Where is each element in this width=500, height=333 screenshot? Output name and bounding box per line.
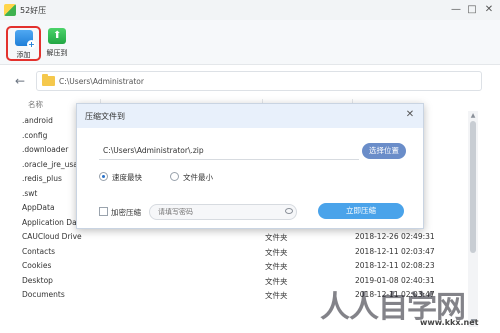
dialog-title: 压缩文件到 <box>85 112 125 121</box>
add-badge-icon: + <box>27 40 36 49</box>
extract-button-label: 解压到 <box>46 49 68 57</box>
app-title: 52好压 <box>20 6 47 15</box>
add-button-label: 添加 <box>16 51 31 59</box>
file-date-cell: 2018-12-11 02:03:47 <box>355 246 435 256</box>
up-arrow-icon: ⬆ <box>53 30 62 41</box>
extract-icon: ⬆ <box>48 28 66 44</box>
eye-icon[interactable] <box>285 208 293 214</box>
password-input[interactable] <box>149 204 297 220</box>
toolbar: + 添加 ⬆ 解压到 <box>0 20 500 65</box>
table-row[interactable]: Contacts 文件夹 2018-12-11 02:03:47 <box>12 245 472 260</box>
encrypt-checkbox[interactable] <box>99 207 108 216</box>
file-name-cell: AppData <box>22 203 55 212</box>
file-type-cell: 文件夹 <box>265 247 288 257</box>
option-smallest-label: 文件最小 <box>183 173 213 182</box>
encrypt-label: 加密压缩 <box>111 208 141 217</box>
file-name-cell: .oracle_jre_usa <box>22 159 78 169</box>
path-field[interactable]: C:\Users\Administrator <box>36 71 482 91</box>
app-logo-icon <box>4 4 16 16</box>
watermark-url: www.kkx.net <box>420 318 479 327</box>
table-row[interactable]: Cookies 文件夹 2018-12-11 02:08:23 <box>12 259 472 274</box>
add-file-icon: + <box>15 30 36 49</box>
add-button[interactable]: + 添加 <box>6 26 41 61</box>
minimize-button[interactable]: — <box>448 2 464 18</box>
file-type-cell: 文件夹 <box>265 262 288 271</box>
file-name-cell: .downloader <box>22 145 69 154</box>
compress-now-button[interactable]: 立即压缩 <box>318 203 404 219</box>
file-name-cell: Contacts <box>22 246 56 256</box>
back-arrow-icon[interactable]: ← <box>12 73 28 89</box>
file-type-cell: 文件夹 <box>265 233 288 242</box>
file-name-cell: .swt <box>22 188 38 198</box>
file-name-cell: .config <box>22 130 48 140</box>
path-text: C:\Users\Administrator <box>59 77 144 86</box>
radio-smallest[interactable] <box>170 172 179 181</box>
file-name-cell: Application Da <box>22 217 77 227</box>
file-type-cell: 文件夹 <box>265 276 288 286</box>
dialog-header: 压缩文件到 ✕ <box>77 104 423 128</box>
close-icon[interactable]: ✕ <box>403 108 417 122</box>
file-type-cell: 文件夹 <box>265 291 288 300</box>
compress-dialog: 压缩文件到 ✕ 选择位置 速度最快 文件最小 加密压缩 立即压缩 <box>76 103 424 229</box>
maximize-button[interactable]: □ <box>464 2 480 18</box>
folder-icon <box>42 74 55 86</box>
scroll-up-icon[interactable]: ▲ <box>469 112 477 120</box>
option-smallest[interactable]: 文件最小 <box>170 170 230 184</box>
file-name-cell: .android <box>22 116 53 125</box>
option-fastest-label: 速度最快 <box>112 173 142 182</box>
file-date-cell: 2018-12-11 02:08:23 <box>355 261 435 270</box>
column-header-name[interactable]: 名称 <box>28 97 43 113</box>
choose-location-button[interactable]: 选择位置 <box>362 143 406 159</box>
file-name-cell: .redis_plus <box>22 174 62 183</box>
file-name-cell: CAUCloud Drive <box>22 232 82 241</box>
watermark: 人人自学网 www.kkx.net <box>320 286 500 333</box>
file-date-cell: 2018-12-26 02:49:31 <box>355 232 435 241</box>
radio-fastest[interactable] <box>99 172 108 181</box>
file-name-cell: Cookies <box>22 261 52 270</box>
title-bar: 52好压 — □ ✕ <box>0 0 500 20</box>
close-window-button[interactable]: ✕ <box>481 2 497 18</box>
file-name-cell: Documents <box>22 290 65 299</box>
table-row[interactable]: CAUCloud Drive 文件夹 2018-12-26 02:49:31 <box>12 230 472 245</box>
output-path-input[interactable] <box>99 142 359 160</box>
scroll-thumb[interactable] <box>470 121 476 253</box>
address-bar: ← C:\Users\Administrator <box>0 66 500 96</box>
option-fastest[interactable]: 速度最快 <box>99 170 159 184</box>
file-name-cell: Desktop <box>22 275 53 285</box>
extract-to-button[interactable]: ⬆ 解压到 <box>42 28 72 63</box>
